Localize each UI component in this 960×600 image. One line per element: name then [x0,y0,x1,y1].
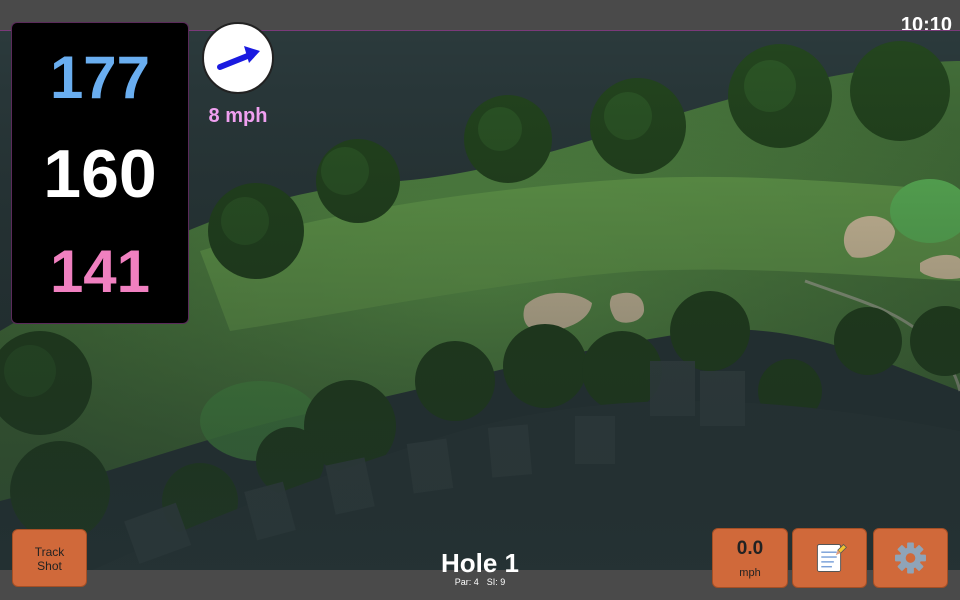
notes-button[interactable] [792,528,867,588]
hole-stroke-index: SI: 9 [486,577,506,587]
front-distance: 141 [49,238,151,305]
hole-title: Hole 1 [440,548,520,578]
speed-unit: mph [739,567,761,579]
settings-button[interactable] [873,528,948,588]
notepad-icon [816,543,847,573]
wind-speed: 8 mph [208,105,268,127]
wind-indicator [202,22,274,94]
track-shot-button[interactable]: Track Shot [12,529,87,587]
gear-icon [895,542,926,574]
center-distance: 160 [43,136,157,212]
track-shot-label: Track Shot [34,545,65,573]
hole-info: Par: 4 SI: 9 [380,577,580,587]
hole-par: Par: 4 [454,577,479,587]
yardage-panel: 177 160 141 [11,22,189,324]
wind-arrow-icon [217,46,260,70]
back-distance: 177 [49,44,151,111]
speed-value: 0.0 [736,538,764,559]
speed-button[interactable]: 0.0 mph [712,528,788,588]
